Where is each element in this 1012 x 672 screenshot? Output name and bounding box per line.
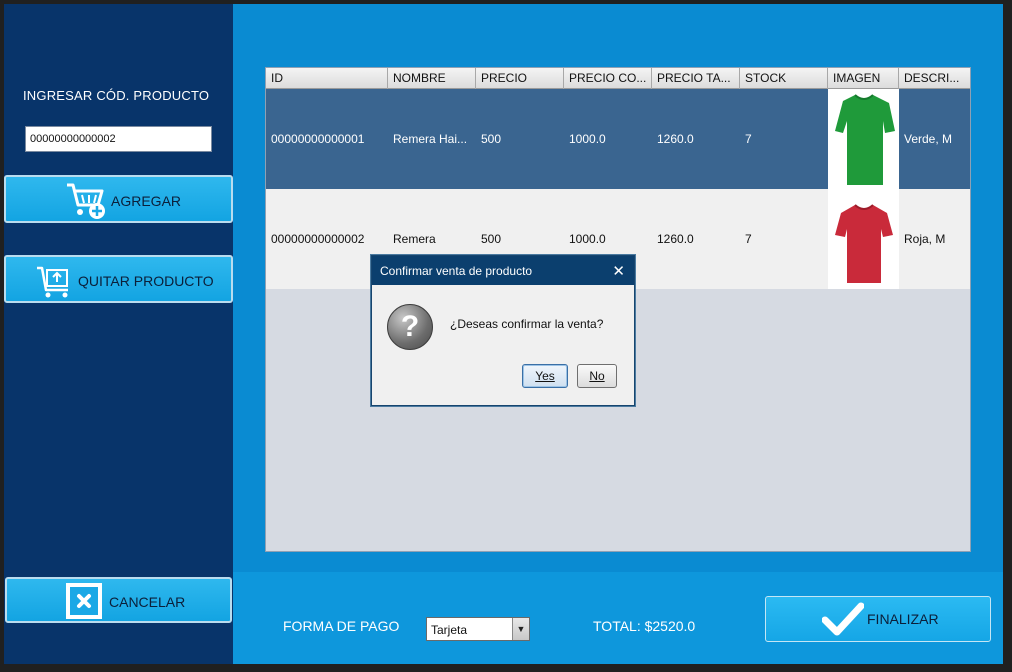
column-header-stock[interactable]: STOCK — [740, 68, 828, 89]
add-button[interactable]: AGREGAR — [4, 175, 233, 223]
cell-stock: 7 — [745, 232, 752, 246]
cell-nombre: Remera Hai... — [393, 132, 468, 146]
product-code-label: INGRESAR CÓD. PRODUCTO — [23, 88, 210, 103]
cell-descripcion: Roja, M — [904, 232, 946, 246]
cell-stock: 7 — [745, 132, 752, 146]
cell-id: 00000000000002 — [271, 232, 365, 246]
table-row[interactable]: 00000000000001 Remera Hai... 500 1000.0 … — [266, 89, 970, 189]
cell-precio-tarjeta: 1260.0 — [657, 132, 694, 146]
remove-product-button[interactable]: QUITAR PRODUCTO — [4, 255, 233, 303]
app-window: INGRESAR CÓD. PRODUCTO AGREGAR — [0, 0, 1012, 672]
cancel-button-label: CANCELAR — [109, 594, 186, 610]
yes-button[interactable]: Yes — [522, 364, 568, 388]
cell-precio-contado: 1000.0 — [569, 132, 606, 146]
payment-method-select[interactable]: Tarjeta ▼ — [426, 617, 530, 641]
confirm-sale-dialog: Confirmar venta de producto ✕ ? ¿Deseas … — [371, 255, 635, 406]
finish-button-label: FINALIZAR — [867, 611, 939, 627]
column-header-id[interactable]: ID — [266, 68, 388, 89]
cart-add-icon — [67, 183, 105, 219]
cell-id: 00000000000001 — [271, 132, 365, 146]
remove-product-button-label: QUITAR PRODUCTO — [78, 273, 214, 289]
cell-precio-tarjeta: 1260.0 — [657, 232, 694, 246]
cell-descripcion: Verde, M — [904, 132, 953, 146]
no-button[interactable]: No — [577, 364, 617, 388]
column-header-descripcion[interactable]: DESCRI... — [899, 68, 970, 89]
column-header-precio-tarjeta[interactable]: PRECIO TA... — [652, 68, 740, 89]
column-header-precio[interactable]: PRECIO — [476, 68, 564, 89]
cell-imagen — [828, 89, 899, 189]
cell-precio: 500 — [481, 132, 502, 146]
close-box-icon — [66, 583, 102, 619]
finish-button[interactable]: FINALIZAR — [765, 596, 991, 642]
total-amount: TOTAL: $2520.0 — [593, 618, 696, 634]
cart-remove-icon — [37, 266, 68, 298]
add-button-label: AGREGAR — [111, 193, 182, 209]
left-panel: INGRESAR CÓD. PRODUCTO AGREGAR — [4, 4, 233, 664]
payment-method-value: Tarjeta — [431, 623, 468, 637]
column-header-imagen[interactable]: IMAGEN — [828, 68, 899, 89]
column-header-nombre[interactable]: NOMBRE — [388, 68, 476, 89]
payment-method-label: FORMA DE PAGO — [283, 618, 400, 634]
question-icon: ? — [387, 304, 433, 350]
table-header: ID NOMBRE PRECIO PRECIO CO... PRECIO TA.… — [266, 68, 970, 89]
red-tshirt-image — [834, 204, 893, 283]
product-code-input[interactable] — [25, 126, 212, 152]
cancel-button[interactable]: CANCELAR — [5, 577, 232, 623]
dropdown-arrow-icon[interactable]: ▼ — [512, 618, 529, 640]
cell-imagen — [828, 189, 899, 289]
dialog-title-bar[interactable]: Confirmar venta de producto ✕ — [372, 256, 634, 285]
green-tshirt-image — [834, 94, 895, 185]
dialog-message: ¿Deseas confirmar la venta? — [450, 317, 604, 331]
column-header-precio-contado[interactable]: PRECIO CO... — [564, 68, 652, 89]
dialog-title: Confirmar venta de producto — [380, 264, 533, 278]
close-icon[interactable]: ✕ — [612, 262, 625, 280]
checkmark-icon — [822, 602, 864, 636]
